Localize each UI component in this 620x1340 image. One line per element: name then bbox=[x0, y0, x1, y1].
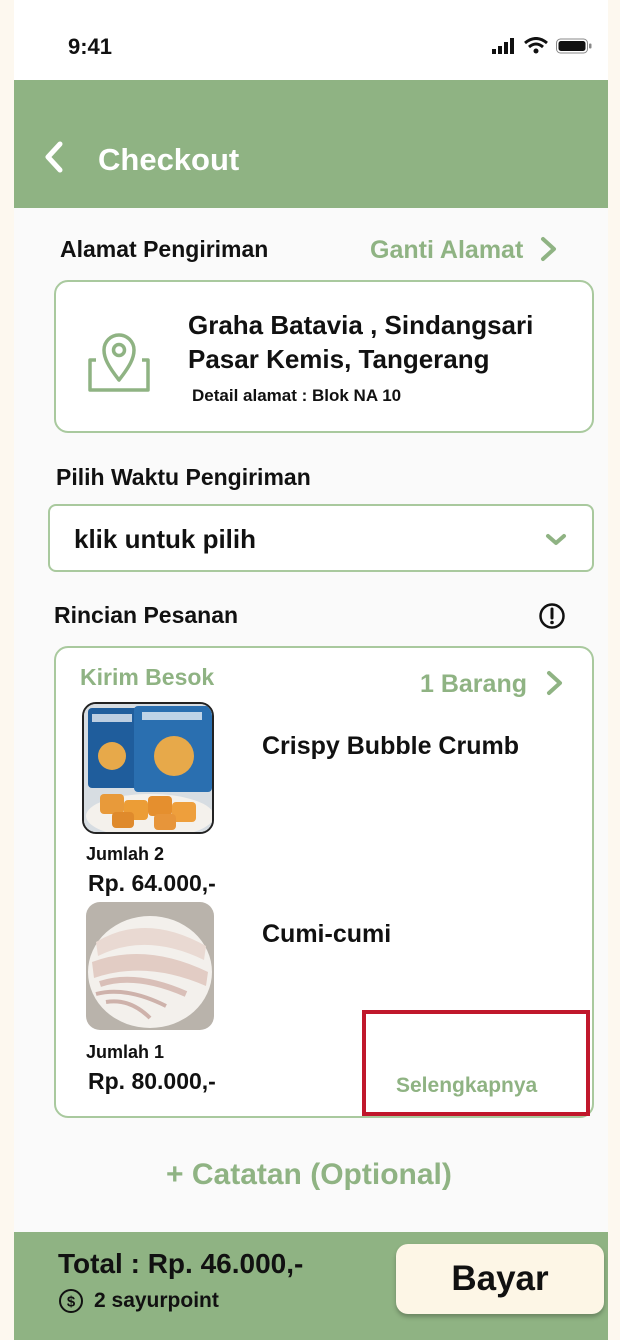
delivery-time-value: klik untuk pilih bbox=[74, 524, 257, 554]
highlight-box bbox=[362, 1010, 590, 1116]
order-section-label: Rincian Pesanan bbox=[54, 602, 239, 628]
order-total: Total : Rp. 46.000,- bbox=[58, 1248, 304, 1279]
change-address-label: Ganti Alamat bbox=[370, 236, 524, 264]
product-image-cumi-cumi bbox=[86, 902, 214, 1030]
status-bar: 9:41 bbox=[14, 0, 608, 80]
page-title: Checkout bbox=[98, 142, 240, 177]
points-label: 2 sayurpoint bbox=[94, 1289, 219, 1312]
wifi-icon bbox=[524, 37, 548, 54]
location-pin-icon bbox=[88, 333, 150, 392]
item-count-link[interactable]: 1 Barang bbox=[420, 670, 566, 699]
checkout-screen: 9:41 Checkout Alamat Pengiriman Ganti Al… bbox=[14, 0, 608, 1340]
product-image-crispy-bubble-crumb bbox=[82, 702, 214, 834]
delivery-time-dropdown[interactable]: klik untuk pilih bbox=[48, 504, 594, 572]
signal-icon bbox=[492, 38, 514, 54]
delivery-tag: Kirim Besok bbox=[80, 664, 215, 690]
svg-text:$: $ bbox=[67, 1294, 76, 1311]
back-arrow-icon[interactable] bbox=[40, 138, 70, 176]
address-line-2: Pasar Kemis, Tangerang bbox=[188, 344, 490, 374]
checkout-footer: Total : Rp. 46.000,- $ 2 sayurpoint Baya… bbox=[14, 1232, 608, 1340]
pay-button[interactable]: Bayar bbox=[396, 1244, 604, 1314]
points-row: $ 2 sayurpoint bbox=[58, 1288, 219, 1314]
product-photo bbox=[86, 902, 214, 1030]
address-card[interactable]: Graha Batavia , Sindangsari Pasar Kemis,… bbox=[54, 280, 594, 433]
status-time: 9:41 bbox=[68, 34, 113, 59]
status-icons bbox=[492, 36, 592, 54]
battery-icon bbox=[556, 38, 592, 54]
address-section-label: Alamat Pengiriman bbox=[60, 236, 269, 262]
delivery-time-label: Pilih Waktu Pengiriman bbox=[56, 464, 311, 490]
product-name: Crispy Bubble Crumb bbox=[262, 732, 519, 760]
product-name: Cumi-cumi bbox=[262, 920, 392, 948]
product-quantity: Jumlah 1 bbox=[86, 1042, 165, 1062]
address-detail: Detail alamat : Blok NA 10 bbox=[192, 386, 402, 405]
product-price: Rp. 80.000,- bbox=[88, 1068, 216, 1094]
header-bar: Checkout bbox=[14, 80, 608, 208]
add-notes-link[interactable]: + Catatan (Optional) bbox=[166, 1158, 452, 1192]
product-photo bbox=[84, 704, 212, 832]
address-line-1: Graha Batavia , Sindangsari bbox=[188, 310, 534, 340]
info-icon[interactable] bbox=[538, 602, 566, 630]
chevron-right-icon bbox=[546, 671, 562, 696]
change-address-link[interactable]: Ganti Alamat bbox=[370, 236, 560, 265]
coin-dollar-icon: $ bbox=[59, 1289, 83, 1313]
chevron-down-icon bbox=[546, 534, 566, 545]
chevron-right-icon bbox=[541, 237, 557, 262]
product-quantity: Jumlah 2 bbox=[86, 844, 165, 864]
item-count-label: 1 Barang bbox=[420, 670, 527, 698]
product-price: Rp. 64.000,- bbox=[88, 870, 216, 896]
